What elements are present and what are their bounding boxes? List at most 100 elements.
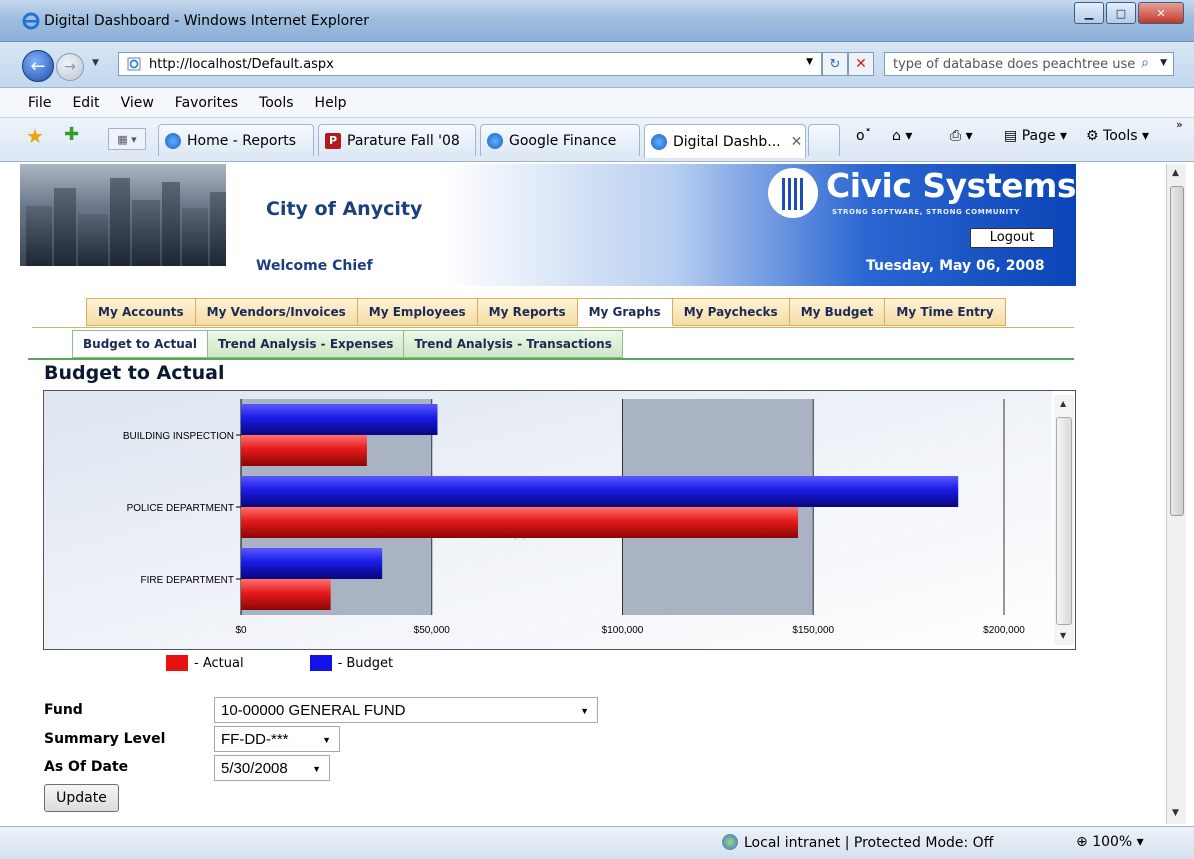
page-menu-label: Page — [1021, 128, 1056, 144]
sub-tab-bar: Budget to Actual Trend Analysis - Expens… — [72, 330, 623, 358]
menu-view[interactable]: View — [121, 95, 154, 111]
as-of-date-select[interactable]: 5/30/2008 ▼ — [214, 755, 330, 781]
search-dropdown-icon[interactable]: ▼ — [1160, 58, 1167, 68]
chevron-down-icon: ▼ — [580, 706, 589, 716]
tab-my-vendors-invoices[interactable]: My Vendors/Invoices — [195, 298, 358, 326]
subtab-trend-expenses[interactable]: Trend Analysis - Expenses — [207, 330, 405, 358]
browser-tab-digital-dashboard[interactable]: Digital Dashb... ✕ — [644, 124, 806, 158]
city-skyline-image — [20, 164, 226, 266]
tools-menu-label: Tools — [1103, 128, 1138, 144]
subtab-trend-transactions[interactable]: Trend Analysis - Transactions — [404, 330, 623, 358]
scroll-up-icon[interactable]: ▲ — [1172, 168, 1179, 178]
ie-logo-icon — [22, 12, 40, 30]
menu-file[interactable]: File — [28, 95, 51, 111]
page-menu[interactable]: ▤ Page ▾ — [1004, 128, 1067, 144]
fund-select[interactable]: 10-00000 GENERAL FUND ▼ — [214, 697, 598, 723]
parature-tab-icon: P — [325, 132, 341, 149]
tab-my-reports[interactable]: My Reports — [477, 298, 578, 326]
legend-budget-label: - Budget — [337, 655, 394, 671]
address-input[interactable]: http://localhost/Default.aspx ▼ — [118, 52, 822, 76]
header-banner: City of Anycity Welcome Chief Civic Syst… — [20, 164, 1077, 286]
budget-bar — [241, 548, 383, 579]
close-window-button[interactable]: ✕ — [1138, 2, 1184, 24]
status-bar: Local intranet | Protected Mode: Off ⊕ 1… — [0, 826, 1194, 859]
scroll-thumb[interactable] — [1170, 186, 1184, 516]
zoom-control[interactable]: ⊕ 100% ▾ — [1076, 834, 1144, 850]
print-icon[interactable]: ⎙ ▾ — [950, 128, 973, 144]
legend-actual-swatch — [166, 655, 188, 671]
browser-tab-label: Parature Fall '08 — [347, 132, 460, 149]
new-tab-button[interactable] — [808, 124, 840, 156]
tab-my-employees[interactable]: My Employees — [357, 298, 478, 326]
menu-favorites[interactable]: Favorites — [175, 95, 238, 111]
menu-bar: File Edit View Favorites Tools Help — [0, 88, 1194, 118]
subtab-budget-to-actual[interactable]: Budget to Actual — [72, 330, 208, 358]
civic-systems-logo — [768, 168, 818, 218]
back-button[interactable]: ← — [22, 50, 54, 82]
minimize-button[interactable]: ▁ — [1074, 2, 1104, 24]
fund-select-value: 10-00000 GENERAL FUND — [221, 701, 406, 719]
security-zone[interactable]: Local intranet | Protected Mode: Off — [722, 834, 993, 851]
quick-tabs-button[interactable]: ▦ ▾ — [108, 128, 146, 150]
tab-my-budget[interactable]: My Budget — [789, 298, 886, 326]
menu-edit[interactable]: Edit — [72, 95, 99, 111]
budget-bar — [241, 404, 438, 435]
chevron-down-icon: ▼ — [312, 764, 321, 774]
search-icon[interactable]: ⌕ — [1141, 55, 1149, 71]
chart-scroll-up-icon[interactable]: ▲ — [1060, 399, 1066, 408]
tab-my-time-entry[interactable]: My Time Entry — [885, 298, 1006, 326]
tab-my-paychecks[interactable]: My Paychecks — [672, 298, 790, 326]
address-dropdown-icon[interactable]: ▼ — [806, 57, 813, 67]
scroll-down-icon[interactable]: ▼ — [1172, 808, 1179, 818]
main-tab-divider — [32, 327, 1074, 328]
stop-button[interactable]: ✕ — [848, 52, 874, 76]
page-title: Budget to Actual — [44, 362, 225, 384]
x-tick-label: $50,000 — [414, 625, 451, 636]
logout-button[interactable]: Logout — [970, 228, 1054, 248]
chart-scrollbar[interactable]: ▲ ▼ — [1054, 395, 1074, 645]
page-viewport: City of Anycity Welcome Chief Civic Syst… — [16, 164, 1164, 824]
brand-tagline: STRONG SOFTWARE, STRONG COMMUNITY — [832, 208, 1020, 216]
welcome-message: Welcome Chief — [256, 258, 373, 274]
y-category-label: POLICE DEPARTMENT — [127, 503, 234, 514]
brand-name: Civic Systems — [826, 166, 1077, 205]
legend-budget: - Budget — [309, 655, 394, 671]
x-tick-label: $200,000 — [983, 625, 1025, 636]
browser-tab-parature[interactable]: P Parature Fall '08 — [318, 124, 476, 156]
tools-menu[interactable]: ⚙ Tools ▾ — [1086, 128, 1149, 144]
summary-level-value: FF-DD-*** — [221, 730, 289, 748]
chart-legend: - Actual - Budget — [166, 655, 459, 671]
favorites-star-icon[interactable]: ★ — [26, 124, 44, 148]
chart-scroll-down-icon[interactable]: ▼ — [1060, 631, 1066, 640]
menu-help[interactable]: Help — [315, 95, 347, 111]
recent-pages-dropdown-icon[interactable]: ▼ — [92, 58, 99, 68]
menu-tools[interactable]: Tools — [259, 95, 294, 111]
browser-tab-home-reports[interactable]: Home - Reports — [158, 124, 314, 156]
security-zone-text: Local intranet | Protected Mode: Off — [744, 835, 994, 851]
home-icon[interactable]: ⌂ ▾ — [892, 128, 912, 144]
budget-chart-svg: $0$50,000$100,000$150,000$200,000Dundas … — [44, 391, 1052, 649]
update-button[interactable]: Update — [44, 784, 119, 812]
summary-level-select[interactable]: FF-DD-*** ▼ — [214, 726, 340, 752]
forward-button[interactable]: → — [56, 53, 84, 81]
legend-budget-swatch — [309, 655, 332, 671]
tab-my-accounts[interactable]: My Accounts — [86, 298, 196, 326]
chart-scroll-thumb[interactable] — [1056, 417, 1072, 625]
search-text: type of database does peachtree use — [893, 56, 1136, 72]
back-arrow-icon: ← — [30, 55, 46, 77]
search-input[interactable]: type of database does peachtree use ⌕ ▼ — [884, 52, 1174, 76]
ie-tab-icon — [651, 133, 667, 150]
y-category-label: BUILDING INSPECTION — [123, 431, 234, 442]
close-tab-icon[interactable]: ✕ — [791, 134, 803, 150]
feeds-icon[interactable]: o˟ — [856, 128, 872, 144]
page-scrollbar[interactable]: ▲ ▼ — [1166, 164, 1186, 824]
tab-my-graphs[interactable]: My Graphs — [577, 298, 673, 326]
page-icon — [127, 57, 141, 71]
toolbar-overflow-icon[interactable]: » — [1176, 118, 1183, 131]
add-favorite-icon[interactable]: ✚ — [64, 124, 79, 145]
maximize-button[interactable]: □ — [1106, 2, 1136, 24]
browser-tab-google-finance[interactable]: Google Finance — [480, 124, 640, 156]
sub-tab-divider — [28, 358, 1074, 360]
quick-tabs-icon: ▦ ▾ — [117, 132, 137, 146]
refresh-button[interactable]: ↻ — [822, 52, 848, 76]
